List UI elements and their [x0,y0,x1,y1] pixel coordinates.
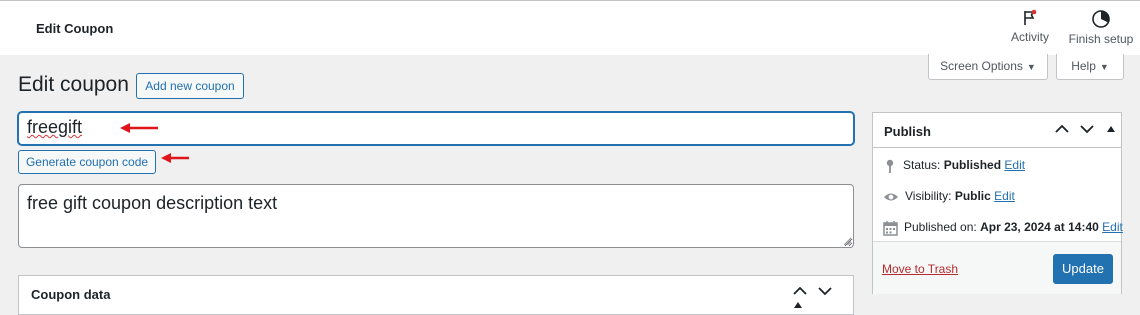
annotation-arrow-icon [120,123,158,133]
update-button[interactable]: Update [1053,254,1113,284]
coupon-data-panel: Coupon data [18,275,854,315]
activity-label: Activity [1010,30,1049,44]
collapse-triangle-icon[interactable] [1106,124,1116,134]
screen-options-button[interactable]: Screen Options ▼ [928,54,1048,80]
published-on-label: Published on: [904,220,977,235]
status-value: Published [943,158,1002,173]
progress-circle-icon [1092,10,1110,28]
pin-icon [886,159,894,173]
chevron-down-icon[interactable] [1080,124,1094,134]
published-on-value: Apr 23, 2024 at 14:40 [980,220,1099,235]
chevron-up-icon[interactable] [1055,124,1069,134]
chevron-up-icon[interactable] [793,286,807,296]
caret-down-icon: ▼ [1026,62,1036,72]
chevron-down-icon[interactable] [818,286,832,296]
visibility-row: Visibility: Public Edit [883,189,1015,204]
visibility-label: Visibility: [905,189,952,203]
coupon-data-title: Coupon data [31,287,111,302]
edit-date-link[interactable]: Edit [1102,220,1123,234]
calendar-icon [883,221,898,236]
collapse-triangle-icon[interactable] [793,300,803,310]
top-bar-title: Edit Coupon [36,21,114,36]
publish-panel: Publish Status: Published Edit Visibilit… [872,112,1123,294]
caret-down-icon: ▼ [1099,62,1109,72]
coupon-data-controls [785,285,853,313]
help-label: Help [1071,59,1096,73]
move-to-trash-link[interactable]: Move to Trash [882,262,958,276]
coupon-code-value: freegift [27,117,83,137]
generate-coupon-code-button[interactable]: Generate coupon code [18,150,156,174]
finish-setup-button[interactable]: Finish setup [1064,9,1138,46]
flag-icon [1024,9,1037,25]
coupon-description-textarea[interactable]: free gift coupon description text [18,184,854,248]
finish-setup-label: Finish setup [1068,32,1134,46]
activity-button[interactable]: Activity [1006,9,1054,44]
publish-footer: Move to Trash Update [873,241,1121,294]
annotation-arrow-icon [161,153,189,163]
add-new-coupon-button[interactable]: Add new coupon [136,73,244,99]
publish-title: Publish [884,124,931,139]
visibility-value: Public [954,189,991,203]
published-on-row: Published on: Apr 23, 2024 at 14:40 Edit [883,220,1123,236]
eye-icon [884,193,898,201]
edit-visibility-link[interactable]: Edit [994,189,1015,203]
resize-handle-icon[interactable] [843,237,852,246]
page-title: Edit coupon [18,73,129,96]
help-button[interactable]: Help ▼ [1056,54,1124,80]
publish-controls [1047,123,1116,137]
status-label: Status: [903,158,941,173]
screen-options-label: Screen Options [940,59,1023,73]
top-bar: Edit Coupon Activity Finish setup [0,0,1140,55]
publish-header: Publish [873,113,1121,148]
edit-status-link[interactable]: Edit [1004,158,1025,172]
status-row: Status: Published Edit [883,158,1025,174]
